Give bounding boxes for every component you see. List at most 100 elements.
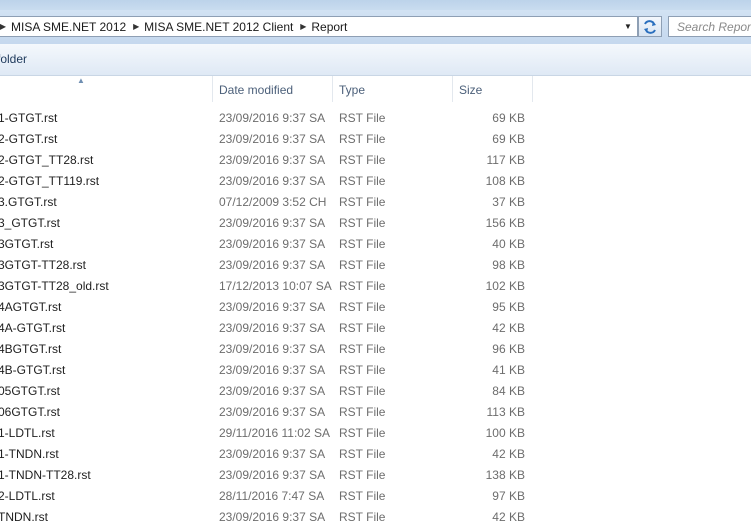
column-type[interactable]: Type [333, 76, 453, 102]
file-size: 108 KB [485, 174, 525, 188]
address-bar[interactable]: ▶ MISA SME.NET 2012 ▶ MISA SME.NET 2012 … [0, 16, 638, 37]
file-name[interactable]: 06GTGT.rst [0, 402, 60, 423]
file-size: 95 KB [492, 300, 525, 314]
breadcrumb-item[interactable]: ▶ MISA SME.NET 2012 Client [132, 17, 299, 36]
file-size: 98 KB [492, 258, 525, 272]
file-date: 23/09/2016 9:37 SA [219, 447, 326, 461]
file-row[interactable]: 2-LDTL.rst 28/11/2016 7:47 SA RST File 9… [0, 486, 751, 507]
file-type: RST File [339, 258, 386, 272]
file-date: 17/12/2013 10:07 SA [219, 279, 332, 293]
file-row[interactable]: 2-GTGT.rst 23/09/2016 9:37 SA RST File 6… [0, 129, 751, 150]
file-name[interactable]: 4B-GTGT.rst [0, 360, 65, 381]
file-row[interactable]: 3GTGT-TT28_old.rst 17/12/2013 10:07 SA R… [0, 276, 751, 297]
column-date-modified[interactable]: Date modified [213, 76, 333, 102]
file-name[interactable]: 05GTGT.rst [0, 381, 60, 402]
breadcrumb-separator-icon[interactable]: ▶ [299, 17, 307, 36]
file-date: 23/09/2016 9:37 SA [219, 468, 326, 482]
search-placeholder: Search Report [677, 19, 751, 34]
breadcrumb-item[interactable]: ▶ Report [299, 17, 353, 36]
file-row[interactable]: 3GTGT.rst 23/09/2016 9:37 SA RST File 40… [0, 234, 751, 255]
column-size[interactable]: Size [453, 76, 533, 102]
file-row[interactable]: 4B-GTGT.rst 23/09/2016 9:37 SA RST File … [0, 360, 751, 381]
file-name[interactable]: 3GTGT-TT28_old.rst [0, 276, 109, 297]
address-row: ▶ MISA SME.NET 2012 ▶ MISA SME.NET 2012 … [0, 10, 751, 44]
file-size: 100 KB [485, 426, 525, 440]
file-name[interactable]: 4A-GTGT.rst [0, 318, 65, 339]
file-name[interactable]: 3.GTGT.rst [0, 192, 57, 213]
file-type: RST File [339, 468, 386, 482]
toolbar: folder [0, 44, 751, 76]
search-input[interactable]: Search Report [668, 16, 751, 37]
file-date: 23/09/2016 9:37 SA [219, 111, 326, 125]
file-date: 23/09/2016 9:37 SA [219, 405, 326, 419]
file-date: 23/09/2016 9:37 SA [219, 132, 326, 146]
file-row[interactable]: 3.GTGT.rst 07/12/2009 3:52 CH RST File 3… [0, 192, 751, 213]
file-name[interactable]: 3_GTGT.rst [0, 213, 60, 234]
window-titlebar [0, 0, 751, 10]
file-date: 23/09/2016 9:37 SA [219, 321, 326, 335]
file-name[interactable]: 1-LDTL.rst [0, 423, 55, 444]
breadcrumb-separator-icon[interactable]: ▶ [132, 17, 140, 36]
column-divider[interactable] [532, 76, 533, 102]
file-name[interactable]: 1-TNDN-TT28.rst [0, 465, 91, 486]
breadcrumb-label[interactable]: MISA SME.NET 2012 Client [140, 20, 299, 34]
breadcrumb-separator-icon[interactable]: ▶ [0, 17, 7, 36]
file-row[interactable]: 06GTGT.rst 23/09/2016 9:37 SA RST File 1… [0, 402, 751, 423]
file-name[interactable]: 2-LDTL.rst [0, 486, 55, 507]
address-dropdown-icon[interactable]: ▼ [621, 17, 635, 36]
file-size: 102 KB [485, 279, 525, 293]
sort-ascending-icon: ▲ [77, 76, 85, 85]
file-size: 117 KB [486, 153, 525, 167]
file-name[interactable]: 3GTGT-TT28.rst [0, 255, 86, 276]
file-type: RST File [339, 174, 386, 188]
file-row[interactable]: 3_GTGT.rst 23/09/2016 9:37 SA RST File 1… [0, 213, 751, 234]
file-row[interactable]: 1-TNDN-TT28.rst 23/09/2016 9:37 SA RST F… [0, 465, 751, 486]
file-type: RST File [339, 237, 386, 251]
file-type: RST File [339, 111, 386, 125]
file-row[interactable]: 4A-GTGT.rst 23/09/2016 9:37 SA RST File … [0, 318, 751, 339]
file-row[interactable]: 1-GTGT.rst 23/09/2016 9:37 SA RST File 6… [0, 108, 751, 129]
file-row[interactable]: 4BGTGT.rst 23/09/2016 9:37 SA RST File 9… [0, 339, 751, 360]
file-size: 42 KB [492, 321, 525, 335]
file-date: 23/09/2016 9:37 SA [219, 216, 326, 230]
file-size: 84 KB [492, 384, 525, 398]
refresh-icon [644, 19, 656, 34]
file-size: 40 KB [492, 237, 525, 251]
file-size: 69 KB [492, 132, 525, 146]
file-date: 23/09/2016 9:37 SA [219, 174, 326, 188]
file-name[interactable]: 4BGTGT.rst [0, 339, 61, 360]
file-row[interactable]: 3GTGT-TT28.rst 23/09/2016 9:37 SA RST Fi… [0, 255, 751, 276]
file-type: RST File [339, 405, 386, 419]
file-type: RST File [339, 426, 386, 440]
file-row[interactable]: 1-TNDN.rst 23/09/2016 9:37 SA RST File 4… [0, 444, 751, 465]
file-type: RST File [339, 216, 386, 230]
file-name[interactable]: 1-GTGT.rst [0, 108, 57, 129]
file-name[interactable]: 2-GTGT_TT119.rst [0, 171, 99, 192]
file-type: RST File [339, 384, 386, 398]
file-row[interactable]: 05GTGT.rst 23/09/2016 9:37 SA RST File 8… [0, 381, 751, 402]
file-name[interactable]: 1-TNDN.rst [0, 444, 59, 465]
file-date: 23/09/2016 9:37 SA [219, 153, 326, 167]
file-name[interactable]: 2-GTGT.rst [0, 129, 57, 150]
file-row[interactable]: 2-GTGT_TT119.rst 23/09/2016 9:37 SA RST … [0, 171, 751, 192]
refresh-button[interactable] [638, 16, 662, 37]
file-name[interactable]: 3GTGT.rst [0, 234, 53, 255]
file-type: RST File [339, 132, 386, 146]
file-name[interactable]: 4AGTGT.rst [0, 297, 61, 318]
file-type: RST File [339, 363, 386, 377]
breadcrumb-label[interactable]: Report [307, 20, 353, 34]
breadcrumb-label[interactable]: MISA SME.NET 2012 [7, 20, 132, 34]
file-row[interactable]: 2-GTGT_TT28.rst 23/09/2016 9:37 SA RST F… [0, 150, 751, 171]
file-size: 96 KB [492, 342, 525, 356]
file-size: 97 KB [492, 489, 525, 503]
file-size: 113 KB [486, 405, 525, 419]
file-type: RST File [339, 195, 386, 209]
file-size: 37 KB [492, 195, 525, 209]
file-name[interactable]: 2-GTGT_TT28.rst [0, 150, 93, 171]
file-row[interactable]: 4AGTGT.rst 23/09/2016 9:37 SA RST File 9… [0, 297, 751, 318]
file-row[interactable]: 1-LDTL.rst 29/11/2016 11:02 SA RST File … [0, 423, 751, 444]
breadcrumb-item[interactable]: ▶ MISA SME.NET 2012 [0, 17, 132, 36]
new-folder-button[interactable]: folder [0, 44, 27, 75]
file-date: 29/11/2016 11:02 SA [219, 426, 330, 440]
file-type: RST File [339, 300, 386, 314]
